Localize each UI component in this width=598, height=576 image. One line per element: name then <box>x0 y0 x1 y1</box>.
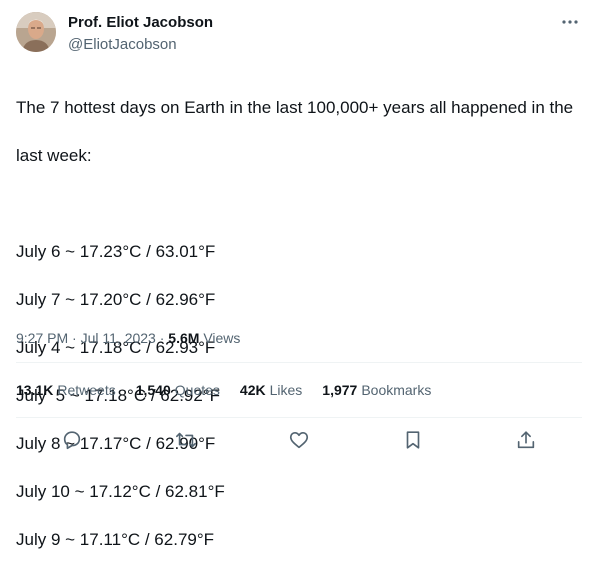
tweet-meta: 9:27 PM · Jul 11, 2023 · 5.6M Views <box>16 328 240 348</box>
tweet-time[interactable]: 9:27 PM <box>16 330 68 346</box>
avatar-photo <box>16 12 56 52</box>
tweet: Prof. Eliot Jacobson @EliotJacobson The … <box>0 0 598 549</box>
more-options-button[interactable] <box>558 12 582 32</box>
bookmark-icon <box>406 431 419 449</box>
quotes-stat[interactable]: 1,540 Quotes <box>136 380 220 400</box>
like-button[interactable] <box>287 428 311 452</box>
heart-icon <box>289 432 309 449</box>
meta-separator: · <box>68 330 81 346</box>
retweets-stat[interactable]: 13.1K Retweets <box>16 380 116 400</box>
quotes-label: Quotes <box>174 382 220 398</box>
quotes-count: 1,540 <box>135 382 171 398</box>
share-icon <box>517 431 535 449</box>
tweet-intro-line: The 7 hottest days on Earth in the last … <box>16 98 574 117</box>
bookmark-button[interactable] <box>401 428 425 452</box>
reply-icon <box>63 431 81 450</box>
retweets-label: Retweets <box>57 382 116 398</box>
more-dots-icon <box>562 20 578 24</box>
retweet-icon <box>175 432 196 448</box>
retweet-button[interactable] <box>174 428 198 452</box>
bookmarks-stat[interactable]: 1,977 Bookmarks <box>322 380 431 400</box>
meta-separator: · <box>155 330 169 346</box>
temperature-day-line: July 9 ~ 17.11°C / 62.79°F <box>16 530 215 549</box>
divider <box>16 362 582 363</box>
temperature-day-line: July 6 ~ 17.23°C / 63.01°F <box>16 242 216 261</box>
views-label: Views <box>203 330 241 346</box>
retweets-count: 13.1K <box>16 382 54 398</box>
author-info: Prof. Eliot Jacobson @EliotJacobson <box>68 13 213 55</box>
tweet-text: The 7 hottest days on Earth in the last … <box>16 72 582 576</box>
share-button[interactable] <box>514 428 538 452</box>
action-bar <box>60 427 538 453</box>
temperature-day-line: July 10 ~ 17.12°C / 62.81°F <box>16 482 225 501</box>
temperature-day-line: July 7 ~ 17.20°C / 62.96°F <box>16 290 216 309</box>
likes-count: 42K <box>239 382 266 398</box>
views-count: 5.6M <box>168 330 200 346</box>
tweet-date[interactable]: Jul 11, 2023 <box>81 330 156 346</box>
reply-button[interactable] <box>60 428 84 452</box>
author-handle[interactable]: @EliotJacobson <box>68 35 213 55</box>
engagement-stats: 13.1K Retweets 1,540 Quotes 42K Likes 1,977… <box>16 380 451 400</box>
divider <box>16 417 582 418</box>
likes-stat[interactable]: 42K Likes <box>240 380 302 400</box>
bookmarks-label: Bookmarks <box>361 382 432 398</box>
bookmarks-count: 1,977 <box>322 382 358 398</box>
tweet-intro-line: last week: <box>16 146 92 165</box>
likes-label: Likes <box>269 382 303 398</box>
avatar[interactable] <box>16 12 56 52</box>
author-name[interactable]: Prof. Eliot Jacobson <box>68 13 213 33</box>
